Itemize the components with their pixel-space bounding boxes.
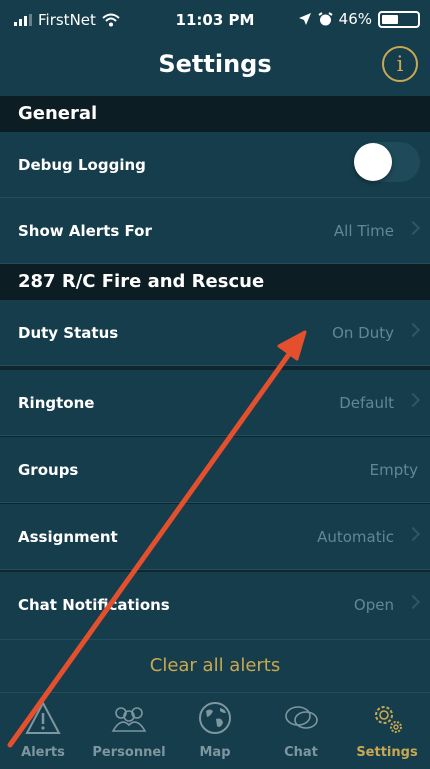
chevron-right-icon — [405, 392, 421, 408]
ringtone-label: Ringtone — [18, 394, 95, 412]
gears-icon — [375, 706, 402, 733]
groups-label: Groups — [18, 461, 79, 479]
tab-personnel[interactable]: Personnel — [86, 693, 172, 769]
info-button[interactable]: i — [382, 46, 418, 82]
alarm-clock-icon — [318, 11, 333, 25]
battery-percent: 46% — [338, 10, 372, 28]
tab-alerts[interactable]: Alerts — [0, 693, 86, 769]
chevron-right-icon — [405, 526, 421, 542]
groups-row[interactable]: Groups Empty — [0, 437, 430, 503]
assignment-value: Automatic — [317, 528, 394, 546]
section-header-agency: 287 R/C Fire and Rescue — [0, 264, 430, 300]
show-alerts-for-label: Show Alerts For — [18, 222, 152, 240]
tab-bar: Alerts Personnel Map Chat Settings — [0, 692, 430, 769]
tab-label: Chat — [284, 745, 318, 760]
ringtone-value: Default — [339, 394, 394, 412]
tab-map[interactable]: Map — [172, 693, 258, 769]
chevron-right-icon — [405, 594, 421, 610]
show-alerts-for-row[interactable]: Show Alerts For All Time — [0, 198, 430, 264]
battery-fill — [382, 14, 398, 24]
debug-logging-row: Debug Logging — [0, 132, 430, 198]
ringtone-row[interactable]: Ringtone Default — [0, 370, 430, 436]
tab-chat[interactable]: Chat — [258, 693, 344, 769]
debug-logging-label: Debug Logging — [18, 156, 146, 174]
groups-value: Empty — [369, 461, 418, 479]
assignment-row[interactable]: Assignment Automatic — [0, 504, 430, 570]
tab-label: Map — [199, 745, 231, 760]
status-right: 46% — [298, 10, 420, 28]
chat-notifications-row[interactable]: Chat Notifications Open — [0, 572, 430, 640]
duty-status-row[interactable]: Duty Status On Duty — [0, 300, 430, 366]
nav-bar: Settings i — [0, 40, 430, 96]
status-bar: FirstNet 11:03 PM 46% — [0, 0, 430, 40]
chat-bubbles-icon — [285, 706, 318, 729]
duty-status-value: On Duty — [332, 324, 394, 342]
tab-label: Settings — [356, 745, 418, 760]
globe-icon — [199, 702, 231, 734]
page-title: Settings — [158, 50, 272, 78]
location-arrow-icon — [298, 13, 311, 25]
toggle-knob — [354, 143, 392, 181]
clear-all-alerts-button[interactable]: Clear all alerts — [0, 640, 430, 692]
people-icon — [111, 707, 147, 732]
tab-settings[interactable]: Settings — [344, 693, 430, 769]
info-icon: i — [396, 52, 404, 76]
tab-label: Personnel — [92, 745, 166, 760]
battery-icon — [378, 10, 420, 28]
show-alerts-for-value: All Time — [333, 222, 394, 240]
alert-triangle-icon — [25, 700, 61, 734]
tab-label: Alerts — [21, 745, 65, 760]
section-header-general: General — [0, 96, 430, 132]
debug-logging-toggle[interactable] — [354, 142, 420, 182]
chat-notifications-value: Open — [353, 596, 394, 614]
chevron-right-icon — [405, 220, 421, 236]
chevron-right-icon — [405, 322, 421, 338]
assignment-label: Assignment — [18, 528, 118, 546]
duty-status-label: Duty Status — [18, 324, 119, 342]
chat-notifications-label: Chat Notifications — [18, 596, 170, 614]
